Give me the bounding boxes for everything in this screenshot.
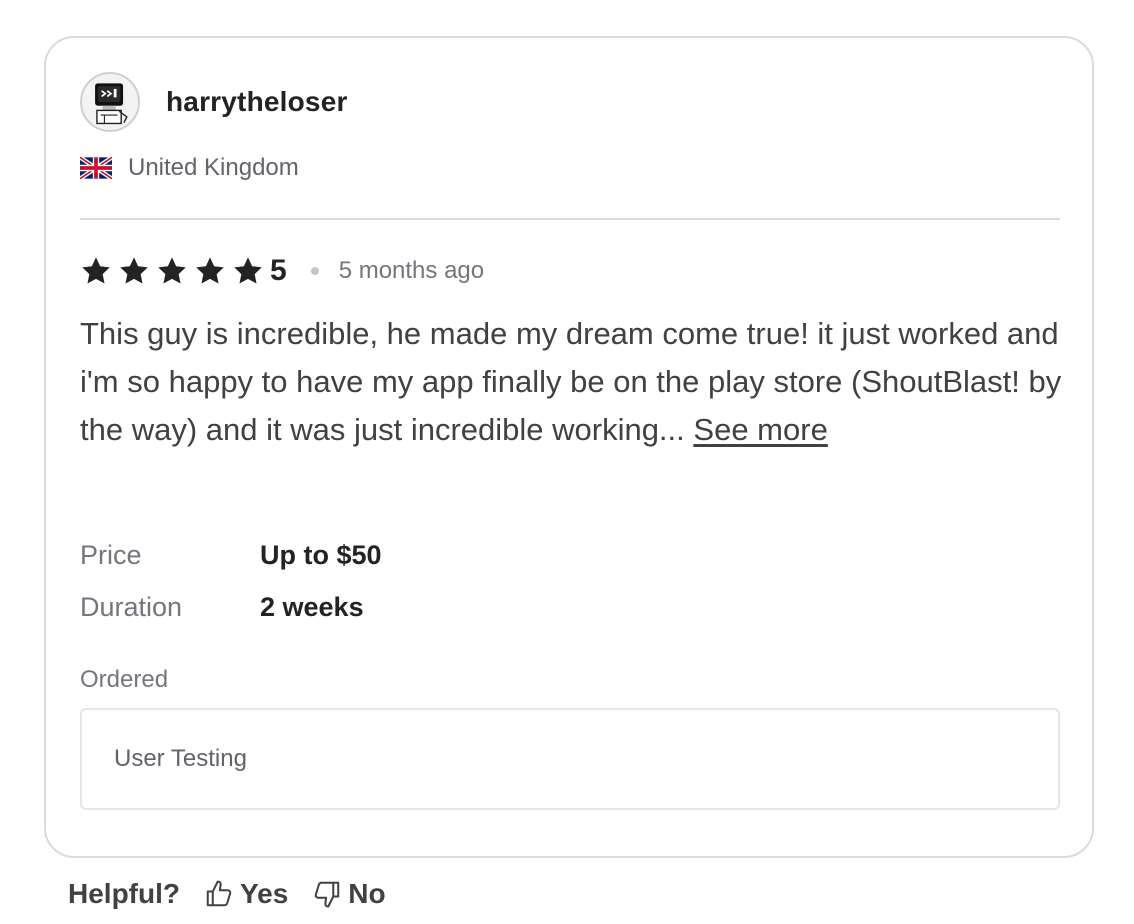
star-icon xyxy=(82,257,110,284)
separator-dot xyxy=(310,267,319,275)
rating-row: 5 5 months ago xyxy=(80,254,484,288)
duration-label: Duration xyxy=(80,592,183,622)
computer-avatar-icon[interactable] xyxy=(80,72,140,132)
duration-row: Duration 2 weeks xyxy=(80,592,364,623)
ordered-label: Ordered xyxy=(80,666,169,693)
review-text: This guy is incredible, he made my dream… xyxy=(80,316,1062,447)
star-rating xyxy=(80,255,270,287)
thumbs-up-icon xyxy=(206,880,232,907)
helpful-no-label: No xyxy=(348,878,386,909)
uk-flag-icon xyxy=(80,156,112,180)
reviewer-country: United Kingdom xyxy=(80,154,299,182)
price-row: Price Up to $50 xyxy=(80,540,382,571)
thumbs-down-icon xyxy=(315,881,340,908)
helpful-row: Helpful? Yes No xyxy=(68,878,386,910)
star-icon xyxy=(120,257,148,284)
price-value: Up to $50 xyxy=(260,540,382,570)
price-label: Price xyxy=(80,540,142,570)
helpful-yes-label: Yes xyxy=(240,878,289,909)
star-icon xyxy=(234,257,262,284)
ordered-item-box[interactable]: User Testing xyxy=(80,708,1060,810)
see-more-link[interactable]: See more xyxy=(693,412,827,447)
ordered-item: User Testing xyxy=(114,745,247,772)
duration-value: 2 weeks xyxy=(260,592,364,622)
reviewer-username[interactable]: harrytheloser xyxy=(166,86,348,118)
helpful-no-button[interactable]: No xyxy=(312,878,386,910)
review-time: 5 months ago xyxy=(338,257,485,284)
star-icon xyxy=(196,257,224,284)
reviewer-header: harrytheloser xyxy=(80,72,348,132)
helpful-yes-button[interactable]: Yes xyxy=(204,878,288,910)
helpful-label: Helpful? xyxy=(68,878,180,909)
country-name: United Kingdom xyxy=(128,154,299,181)
rating-value: 5 xyxy=(270,254,287,287)
divider xyxy=(80,218,1060,220)
star-icon xyxy=(158,257,186,284)
review-body: This guy is incredible, he made my dream… xyxy=(80,310,1070,454)
review-card: harrytheloser United Kingdom 5 5 months … xyxy=(44,36,1094,858)
